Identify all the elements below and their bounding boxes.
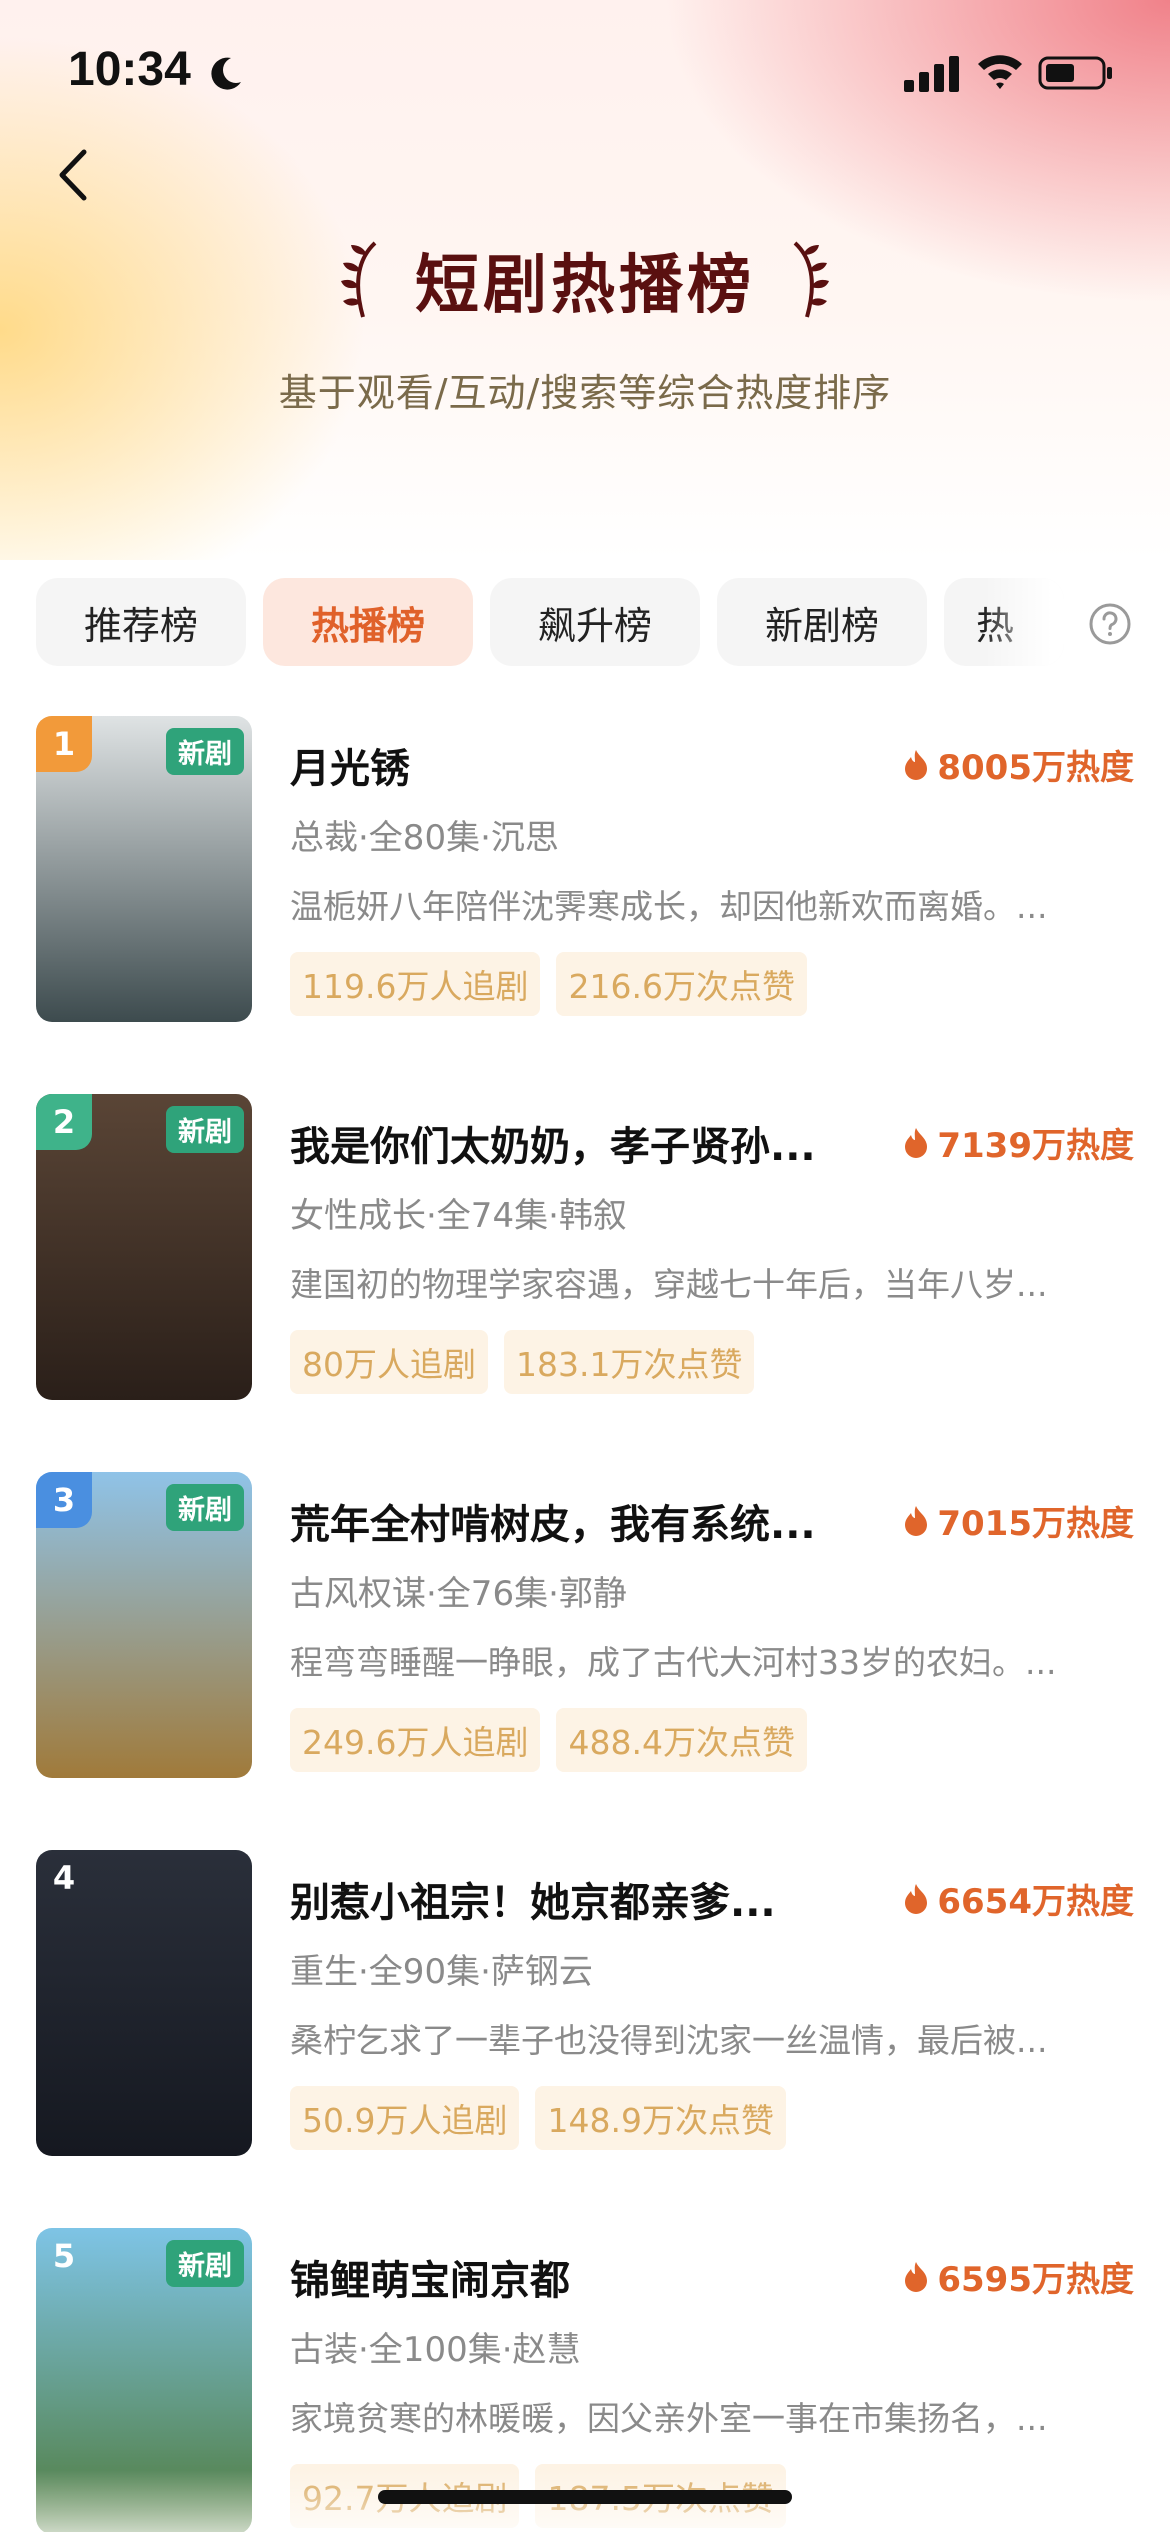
- drama-meta: 古风权谋·全76集·郭静: [290, 1574, 627, 1614]
- rank-badge: 4: [52, 1859, 76, 1897]
- drama-list-item[interactable]: 4 别惹小祖宗！她京都亲爹... 6654万热度 重生·全90集·萨钢云 桑柠乞…: [0, 1850, 1170, 2228]
- laurel-left-icon: [341, 241, 377, 318]
- status-time: 10:34: [68, 43, 191, 96]
- drama-poster[interactable]: 4: [36, 1850, 252, 2156]
- drama-meta: 重生·全90集·萨钢云: [290, 1952, 593, 1992]
- drama-title[interactable]: 荒年全村啃树皮，我有系统...: [290, 1492, 850, 1550]
- drama-stats: 249.6万人追剧 488.4万次点赞: [290, 1708, 807, 1772]
- drama-stats: 119.6万人追剧 216.6万次点赞: [290, 952, 807, 1016]
- new-drama-badge: 新剧: [166, 1484, 244, 1531]
- fire-icon: [905, 1127, 928, 1158]
- tab-rising[interactable]: 飙升榜: [490, 578, 700, 666]
- new-drama-badge: 新剧: [166, 1106, 244, 1153]
- drama-meta: 女性成长·全74集·韩叙: [290, 1196, 627, 1236]
- tab-recommended[interactable]: 推荐榜: [36, 578, 246, 666]
- drama-poster[interactable]: 2 新剧: [36, 1094, 252, 1400]
- page-title: 短剧热播榜: [415, 248, 755, 323]
- likes-chip: 148.9万次点赞: [535, 2086, 786, 2150]
- drama-meta: 古装·全100集·赵慧: [290, 2330, 581, 2370]
- drama-list-item[interactable]: 3 新剧 荒年全村啃树皮，我有系统... 7015万热度 古风权谋·全76集·郭…: [0, 1472, 1170, 1850]
- drama-stats: 50.9万人追剧 148.9万次点赞: [290, 2086, 786, 2150]
- drama-title[interactable]: 别惹小祖宗！她京都亲爹...: [290, 1870, 850, 1928]
- rank-badge: 1: [36, 716, 92, 772]
- likes-chip: 488.4万次点赞: [556, 1708, 807, 1772]
- heat-value: 8005万热度: [937, 748, 1134, 788]
- fire-icon: [905, 1883, 928, 1914]
- page-subtitle: 基于观看/互动/搜索等综合热度排序: [278, 371, 892, 415]
- heat-value: 7015万热度: [937, 1504, 1134, 1544]
- heat-value: 6595万热度: [937, 2260, 1134, 2300]
- moon-icon: [211, 57, 241, 90]
- drama-list-item[interactable]: 2 新剧 我是你们太奶奶，孝子贤孙... 7139万热度 女性成长·全74集·韩…: [0, 1094, 1170, 1472]
- heat-score: 7139万热度: [903, 1118, 1134, 1167]
- drama-meta: 总裁·全80集·沉思: [290, 818, 559, 858]
- home-indicator[interactable]: [378, 2490, 792, 2504]
- drama-description: 家境贫寒的林暖暖，因父亲外室一事在市集扬名，...: [290, 2399, 1048, 2438]
- drama-title[interactable]: 锦鲤萌宝闹京都: [290, 2248, 850, 2306]
- drama-list-item[interactable]: 1 新剧 月光锈 8005万热度 总裁·全80集·沉思 温栀妍八年陪伴沈霁寒成长…: [0, 716, 1170, 1094]
- drama-description: 程弯弯睡醒一睁眼，成了古代大河村33岁的农妇。...: [290, 1643, 1057, 1682]
- followers-chip: 119.6万人追剧: [290, 952, 541, 1016]
- heat-score: 6595万热度: [903, 2252, 1134, 2301]
- back-button[interactable]: [40, 140, 110, 210]
- rank-badge: 3: [36, 1472, 92, 1528]
- drama-title[interactable]: 我是你们太奶奶，孝子贤孙...: [290, 1114, 850, 1172]
- rank-badge: 2: [36, 1094, 92, 1150]
- drama-poster[interactable]: 3 新剧: [36, 1472, 252, 1778]
- battery-icon: [1038, 56, 1112, 90]
- drama-stats: 80万人追剧 183.1万次点赞: [290, 1330, 755, 1394]
- cellular-signal-icon: [904, 56, 959, 92]
- likes-chip: 183.1万次点赞: [504, 1330, 755, 1394]
- tab-more[interactable]: 热: [944, 578, 1064, 666]
- page-title-row: 短剧热播榜: [0, 230, 1170, 330]
- fire-icon: [905, 1505, 928, 1536]
- likes-chip: 216.6万次点赞: [556, 952, 807, 1016]
- tab-new[interactable]: 新剧榜: [717, 578, 927, 666]
- drama-title[interactable]: 月光锈: [290, 736, 850, 794]
- laurel-right-icon: [793, 241, 829, 318]
- new-drama-badge: 新剧: [166, 2240, 244, 2287]
- drama-description: 桑柠乞求了一辈子也没得到沈家一丝温情，最后被...: [290, 2021, 1048, 2060]
- status-bar: 10:34: [0, 0, 1170, 150]
- ranking-tabs: 推荐榜 热播榜 飙升榜 新剧榜热: [36, 578, 1170, 668]
- drama-list: 1 新剧 月光锈 8005万热度 总裁·全80集·沉思 温栀妍八年陪伴沈霁寒成长…: [0, 716, 1170, 2532]
- fire-icon: [905, 2261, 928, 2292]
- heat-score: 6654万热度: [903, 1874, 1134, 1923]
- tab-hot[interactable]: 热播榜: [263, 578, 473, 666]
- drama-description: 建国初的物理学家容遇，穿越七十年后，当年八岁...: [290, 1265, 1048, 1304]
- heat-score: 7015万热度: [903, 1496, 1134, 1545]
- followers-chip: 80万人追剧: [290, 1330, 488, 1394]
- help-icon[interactable]: [1088, 602, 1132, 646]
- drama-poster[interactable]: 1 新剧: [36, 716, 252, 1022]
- rank-badge: 5: [52, 2237, 76, 2275]
- heat-value: 7139万热度: [937, 1126, 1134, 1166]
- heat-value: 6654万热度: [937, 1882, 1134, 1922]
- heat-score: 8005万热度: [903, 740, 1134, 789]
- followers-chip: 50.9万人追剧: [290, 2086, 520, 2150]
- new-drama-badge: 新剧: [166, 728, 244, 775]
- wifi-icon: [978, 55, 1022, 89]
- fire-icon: [905, 749, 928, 780]
- drama-description: 温栀妍八年陪伴沈霁寒成长，却因他新欢而离婚。...: [290, 887, 1048, 926]
- followers-chip: 249.6万人追剧: [290, 1708, 541, 1772]
